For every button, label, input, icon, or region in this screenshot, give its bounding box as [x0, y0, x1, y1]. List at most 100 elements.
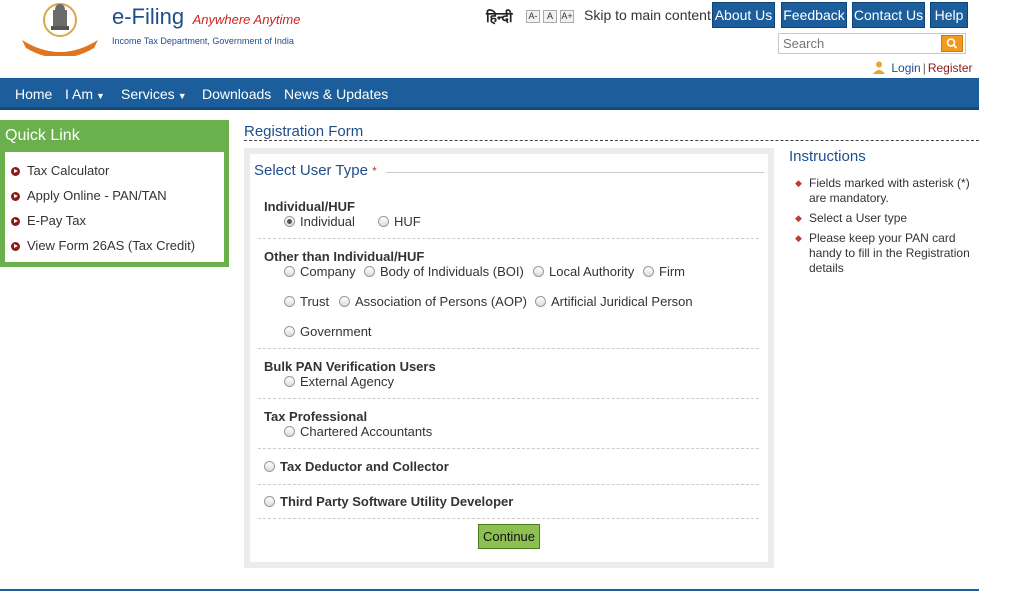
option-label: Company [300, 264, 356, 279]
site-header: e-Filing Anywhere Anytime Income Tax Dep… [0, 0, 979, 78]
radio-firm[interactable]: Firm [643, 264, 685, 279]
group-divider [258, 518, 759, 519]
nav-i-am-label: I Am [65, 86, 94, 102]
chevron-down-icon: ▼ [177, 91, 187, 101]
arrow-bullet-icon [11, 242, 20, 251]
nav-services-label: Services [121, 86, 175, 102]
option-label: External Agency [300, 374, 394, 389]
radio-external-agency[interactable]: External Agency [284, 374, 394, 389]
group-label-individual: Individual/HUF [264, 199, 355, 214]
skip-to-main-link[interactable]: Skip to main content [584, 7, 711, 23]
option-label: HUF [394, 214, 421, 229]
radio-icon [284, 296, 295, 307]
feedback-button[interactable]: Feedback [781, 2, 847, 28]
quick-link-item[interactable]: Tax Calculator [11, 163, 109, 178]
instruction-text: Please keep your PAN card handy to fill … [809, 231, 970, 275]
register-link[interactable]: Register [928, 61, 973, 75]
about-us-button[interactable]: About Us [712, 2, 775, 28]
radio-chartered-accountants[interactable]: Chartered Accountants [284, 424, 432, 439]
search-button[interactable] [941, 35, 963, 52]
instruction-text: Fields marked with asterisk (*) are mand… [809, 176, 970, 205]
radio-third-party-developer[interactable]: Third Party Software Utility Developer [264, 494, 513, 509]
option-label: Firm [659, 264, 685, 279]
arrow-bullet-icon [11, 192, 20, 201]
brand-title: e-Filing [112, 4, 185, 29]
instruction-item: ◆ Please keep your PAN card handy to fill… [795, 231, 975, 276]
group-label-taxpro: Tax Professional [264, 409, 368, 424]
radio-individual[interactable]: Individual [284, 214, 355, 229]
title-divider [244, 140, 979, 141]
group-divider [258, 398, 759, 399]
instruction-item: ◆ Fields marked with asterisk (*) are man… [795, 176, 975, 206]
arrow-bullet-icon [11, 217, 20, 226]
help-button[interactable]: Help [930, 2, 968, 28]
radio-icon [643, 266, 654, 277]
quick-link-label: Apply Online - PAN/TAN [27, 188, 167, 203]
nav-downloads[interactable]: Downloads [202, 86, 271, 102]
option-label: Association of Persons (AOP) [355, 294, 527, 309]
font-normal-button[interactable]: A [543, 10, 557, 23]
search-input[interactable] [779, 34, 939, 53]
radio-boi[interactable]: Body of Individuals (BOI) [364, 264, 524, 279]
chevron-down-icon: ▼ [96, 91, 105, 101]
radio-icon [364, 266, 375, 277]
radio-selected-icon [284, 216, 295, 227]
arrow-bullet-icon [11, 167, 20, 176]
radio-trust[interactable]: Trust [284, 294, 329, 309]
nav-home[interactable]: Home [15, 86, 52, 102]
brand: e-Filing Anywhere Anytime [112, 4, 301, 30]
radio-tax-deductor[interactable]: Tax Deductor and Collector [264, 459, 449, 474]
instruction-text: Select a User type [809, 211, 908, 225]
quick-link-list: Tax Calculator Apply Online - PAN/TAN E-… [5, 152, 224, 262]
radio-icon [339, 296, 350, 307]
option-label: Artificial Juridical Person [551, 294, 693, 309]
radio-company[interactable]: Company [284, 264, 356, 279]
nav-i-am[interactable]: I Am ▼ [65, 86, 105, 102]
radio-local-authority[interactable]: Local Authority [533, 264, 634, 279]
login-register: Login | Register [872, 60, 973, 75]
quick-link-item[interactable]: Apply Online - PAN/TAN [11, 188, 167, 203]
quick-link-item[interactable]: View Form 26AS (Tax Credit) [11, 238, 195, 253]
emblem-logo [22, 3, 98, 56]
option-label: Chartered Accountants [300, 424, 433, 439]
search-box [778, 33, 966, 54]
diamond-bullet-icon: ◆ [795, 213, 802, 223]
radio-government[interactable]: Government [284, 324, 372, 339]
quick-link-item[interactable]: E-Pay Tax [11, 213, 86, 228]
login-link[interactable]: Login [891, 61, 920, 75]
radio-icon [264, 496, 275, 507]
required-mark: * [372, 164, 377, 178]
nav-news-updates[interactable]: News & Updates [284, 86, 388, 102]
section-title-text: Select User Type [254, 162, 368, 179]
font-increase-button[interactable]: A+ [560, 10, 574, 23]
radio-artificial-juridical[interactable]: Artificial Juridical Person [535, 294, 693, 309]
section-title: Select User Type * [254, 162, 377, 179]
option-label: Body of Individuals (BOI) [380, 264, 524, 279]
radio-aop[interactable]: Association of Persons (AOP) [339, 294, 527, 309]
group-label-other: Other than Individual/HUF [264, 249, 425, 264]
brand-subtitle: Income Tax Department, Government of Ind… [112, 36, 294, 46]
radio-huf[interactable]: HUF [378, 214, 421, 229]
quick-link-label: Tax Calculator [27, 163, 110, 178]
nav-services[interactable]: Services ▼ [121, 86, 187, 102]
diamond-bullet-icon: ◆ [795, 233, 802, 243]
radio-icon [378, 216, 389, 227]
contact-us-button[interactable]: Contact Us [852, 2, 925, 28]
option-label: Tax Deductor and Collector [280, 459, 449, 474]
quick-link-label: View Form 26AS (Tax Credit) [27, 238, 196, 253]
group-divider [258, 348, 759, 349]
main-nav: Home I Am ▼ Services ▼ Downloads News & Up… [0, 78, 979, 110]
option-label: Individual [300, 214, 355, 229]
option-label: Trust [300, 294, 330, 309]
radio-icon [284, 266, 295, 277]
hindi-language-link[interactable]: हिन्दी [486, 8, 512, 27]
quick-link-label: E-Pay Tax [27, 213, 87, 228]
radio-icon [284, 376, 295, 387]
diamond-bullet-icon: ◆ [795, 178, 802, 188]
instructions-title: Instructions [789, 148, 866, 165]
font-decrease-button[interactable]: A- [526, 10, 540, 23]
group-divider [258, 238, 759, 239]
continue-button[interactable]: Continue [478, 524, 540, 549]
brand-tagline: Anywhere Anytime [192, 12, 301, 27]
page-title: Registration Form [244, 123, 364, 140]
